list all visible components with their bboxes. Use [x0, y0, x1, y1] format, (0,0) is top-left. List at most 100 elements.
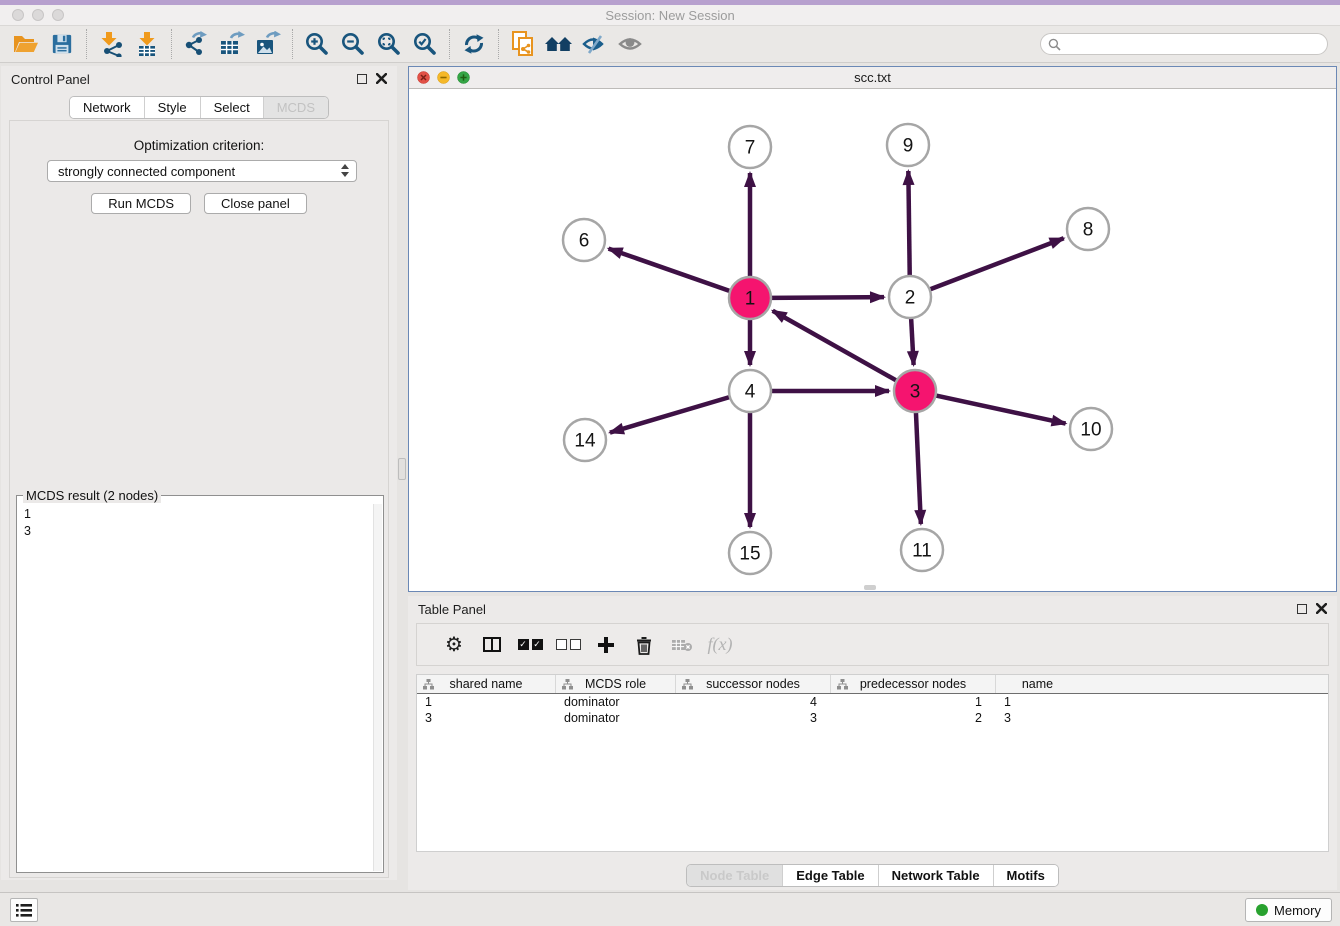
node-label: 3 — [910, 382, 921, 403]
function-builder-button[interactable]: f(x) — [701, 628, 739, 662]
graph-node-4[interactable]: 4 — [729, 370, 771, 412]
close-panel-icon[interactable] — [376, 73, 387, 84]
graph-node-10[interactable]: 10 — [1070, 408, 1112, 450]
cell-mcds_role[interactable]: dominator — [556, 694, 676, 710]
close-table-panel-icon[interactable] — [1316, 603, 1327, 614]
tab-edge-table[interactable]: Edge Table — [782, 865, 877, 886]
edge-3-1[interactable] — [773, 311, 897, 381]
tab-select[interactable]: Select — [200, 97, 263, 118]
trash-icon — [635, 635, 653, 655]
export-table-button[interactable] — [214, 28, 250, 60]
network-graph[interactable]: 1 2 3 4 6 7 8 9 10 11 14 15 — [409, 89, 1336, 591]
cell-name[interactable]: 3 — [996, 710, 1079, 726]
zoom-selected-button[interactable] — [407, 28, 443, 60]
cell-successor_nodes[interactable]: 3 — [676, 710, 831, 726]
edge-1-6[interactable] — [609, 249, 731, 291]
tab-network-table[interactable]: Network Table — [878, 865, 993, 886]
tab-node-table[interactable]: Node Table — [687, 865, 782, 886]
cell-name[interactable]: 1 — [996, 694, 1079, 710]
open-session-button[interactable] — [8, 28, 44, 60]
import-table-button[interactable] — [129, 28, 165, 60]
search-input[interactable] — [1066, 37, 1327, 51]
mcds-result-text[interactable]: 1 3 — [18, 504, 373, 871]
graph-node-2[interactable]: 2 — [889, 276, 931, 318]
show-graphics-button[interactable] — [613, 28, 649, 60]
add-column-button[interactable] — [587, 628, 625, 662]
graph-node-6[interactable]: 6 — [563, 219, 605, 261]
node-label: 11 — [912, 541, 932, 562]
column-header-mcds_role[interactable]: MCDS role — [556, 675, 676, 693]
float-table-panel-icon[interactable] — [1297, 604, 1307, 614]
edge-3-11[interactable] — [916, 412, 921, 524]
clone-network-button[interactable] — [505, 28, 541, 60]
edge-1-2[interactable] — [771, 297, 884, 298]
export-image-button[interactable] — [250, 28, 286, 60]
close-panel-button[interactable]: Close panel — [204, 193, 307, 214]
mcds-result-scrollbar[interactable] — [373, 504, 382, 871]
import-network-button[interactable] — [93, 28, 129, 60]
export-network-button[interactable] — [178, 28, 214, 60]
zoom-in-icon — [304, 31, 330, 57]
select-all-columns-button[interactable]: ✓✓ — [511, 628, 549, 662]
open-session-icon — [13, 33, 39, 55]
graph-node-11[interactable]: 11 — [901, 529, 943, 571]
home-layout-button[interactable] — [541, 28, 577, 60]
run-mcds-button[interactable]: Run MCDS — [91, 193, 191, 214]
graph-node-14[interactable]: 14 — [564, 419, 606, 461]
edge-2-3[interactable] — [911, 318, 914, 365]
search-field[interactable] — [1040, 33, 1328, 55]
delete-columns-button[interactable] — [625, 628, 663, 662]
zoom-out-button[interactable] — [335, 28, 371, 60]
graph-node-15[interactable]: 15 — [729, 532, 771, 574]
cell-predecessor_nodes[interactable]: 2 — [831, 710, 996, 726]
cell-shared_name[interactable]: 3 — [417, 710, 556, 726]
control-panel: Control Panel Network Style Select MCDS … — [1, 66, 397, 880]
checked-boxes-icon: ✓✓ — [518, 639, 543, 650]
graph-node-8[interactable]: 8 — [1067, 208, 1109, 250]
refresh-button[interactable] — [456, 28, 492, 60]
edge-3-10[interactable] — [936, 395, 1066, 423]
table-row[interactable]: 3dominator323 — [417, 710, 1328, 726]
criterion-dropdown[interactable]: strongly connected component — [47, 160, 357, 182]
panel-splitter-handle[interactable] — [398, 458, 406, 480]
tab-motifs[interactable]: Motifs — [993, 865, 1058, 886]
unselect-all-columns-button[interactable] — [549, 628, 587, 662]
column-header-shared_name[interactable]: shared name — [417, 675, 556, 693]
tab-style[interactable]: Style — [144, 97, 200, 118]
task-history-button[interactable] — [10, 898, 38, 922]
column-settings-button[interactable]: ⚙ — [435, 628, 473, 662]
zoom-in-button[interactable] — [299, 28, 335, 60]
hide-graphics-button[interactable] — [577, 28, 613, 60]
criterion-value: strongly connected component — [58, 164, 235, 179]
gear-icon: ⚙ — [445, 635, 463, 655]
float-panel-icon[interactable] — [357, 74, 367, 84]
split-panel-button[interactable] — [473, 628, 511, 662]
network-window-titlebar[interactable]: scc.txt — [409, 67, 1336, 89]
cell-mcds_role[interactable]: dominator — [556, 710, 676, 726]
edge-4-14[interactable] — [610, 397, 730, 433]
column-header-predecessor_nodes[interactable]: predecessor nodes — [831, 675, 996, 693]
network-view-window: scc.txt 1 2 3 4 6 7 8 9 10 11 14 15 — [408, 66, 1337, 592]
table-row[interactable]: 1dominator411 — [417, 694, 1328, 710]
column-header-successor_nodes[interactable]: successor nodes — [676, 675, 831, 693]
control-panel-title: Control Panel — [11, 72, 90, 87]
column-header-name[interactable]: name — [996, 675, 1079, 693]
delete-table-button[interactable] — [663, 628, 701, 662]
tab-network[interactable]: Network — [70, 97, 144, 118]
cell-shared_name[interactable]: 1 — [417, 694, 556, 710]
edge-2-8[interactable] — [930, 238, 1064, 289]
graph-node-3[interactable]: 3 — [894, 370, 936, 412]
network-canvas[interactable]: 1 2 3 4 6 7 8 9 10 11 14 15 — [409, 89, 1336, 591]
zoom-fit-button[interactable] — [371, 28, 407, 60]
optimization-criterion-label: Optimization criterion: — [10, 138, 388, 153]
memory-button[interactable]: Memory — [1245, 898, 1332, 922]
tab-mcds[interactable]: MCDS — [263, 97, 328, 118]
cell-successor_nodes[interactable]: 4 — [676, 694, 831, 710]
graph-node-7[interactable]: 7 — [729, 126, 771, 168]
edge-2-9[interactable] — [908, 171, 909, 276]
graph-node-1[interactable]: 1 — [729, 277, 771, 319]
canvas-scrollbar-thumb[interactable] — [864, 585, 876, 590]
cell-predecessor_nodes[interactable]: 1 — [831, 694, 996, 710]
save-session-button[interactable] — [44, 28, 80, 60]
graph-node-9[interactable]: 9 — [887, 124, 929, 166]
